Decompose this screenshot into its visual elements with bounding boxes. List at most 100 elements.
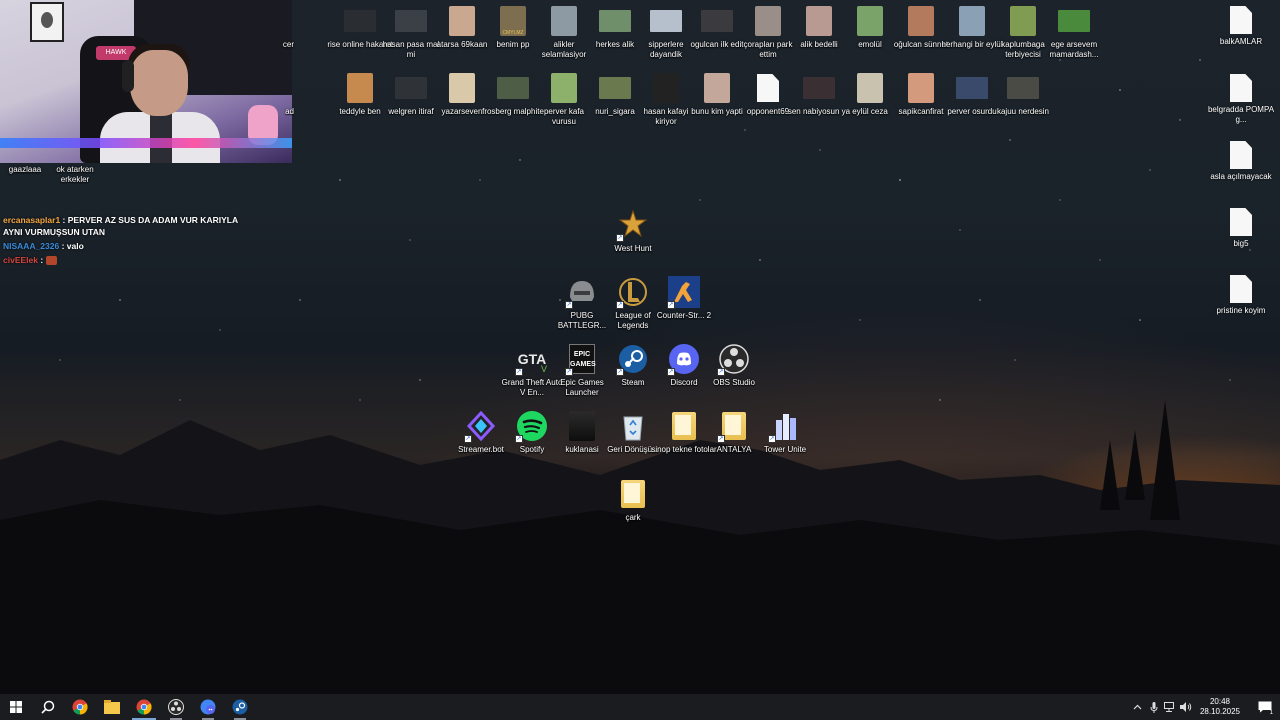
chrome-active-icon — [136, 699, 152, 715]
taskbar-clock[interactable]: 20:48 28.10.2025 — [1200, 697, 1240, 717]
thumbnail-image — [904, 4, 938, 38]
tray-overflow-chevron-icon[interactable] — [1130, 694, 1146, 720]
thumbnail-image — [802, 4, 836, 38]
taskbar-file-explorer[interactable] — [96, 694, 128, 720]
thumbnail-image — [802, 71, 836, 105]
taskbar-chrome-active[interactable] — [128, 694, 160, 720]
thumbnail-preview — [701, 10, 733, 32]
desktop-icon-tower-unite[interactable]: ↗ Tower Unite — [756, 409, 814, 455]
thumbnail-image — [649, 71, 683, 105]
desktop-icon-thumbnail[interactable]: cer — [262, 4, 302, 50]
desktop-file-asla-acilmayacak[interactable]: asla açılmayacak — [1206, 141, 1276, 182]
stream-chat: ercanasaplar1 : PERVER AZ SUS DA ADAM VU… — [3, 214, 243, 268]
thumbnail-preview — [908, 73, 934, 103]
chat-emote — [45, 256, 57, 266]
desktop-file-pristine-koyim[interactable]: pristine koyim — [1206, 275, 1276, 316]
desktop-icon-thumbnail[interactable]: sipperlere dayandik — [637, 4, 695, 60]
thumbnail-preview — [857, 6, 883, 36]
taskbar-steam[interactable] — [224, 694, 256, 720]
thumbnail-image — [955, 71, 989, 105]
thumbnail-image — [343, 4, 377, 38]
chat-username: NISAAA_2326 — [3, 241, 60, 251]
desktop-icon-thumbnail[interactable]: hasan kafayi kiriyor — [637, 71, 695, 127]
thumbnail-image — [751, 4, 785, 38]
tower-unite-icon: ↗ — [768, 409, 802, 443]
desktop-icon-thumbnail[interactable]: kajuu nerdesin — [994, 71, 1052, 117]
desktop-icon-epic-games[interactable]: EPIC GAMES ↗ Epic Games Launcher — [553, 342, 611, 398]
thumbnail-preview — [959, 6, 985, 36]
folder-shape — [672, 412, 696, 440]
shortcut-arrow-icon: ↗ — [667, 368, 675, 376]
thumbnail-preview — [653, 73, 679, 103]
thumbnail-image — [598, 4, 632, 38]
thumbnail-image — [445, 71, 479, 105]
file-explorer-icon — [104, 700, 120, 714]
shortcut-arrow-icon: ↗ — [768, 435, 776, 443]
thumbnail-preview — [344, 10, 376, 32]
desktop-file-balkamlar[interactable]: balkAMLAR — [1206, 6, 1276, 47]
desktop-icon-label: ad — [285, 107, 294, 116]
chat-text: valo — [66, 241, 84, 251]
shortcut-arrow-icon: ↗ — [616, 234, 624, 242]
desktop-icon-thumbnail[interactable]: perver kafa vurusu — [535, 71, 593, 127]
desktop-icon-label: West Hunt — [614, 244, 652, 253]
desktop-icon-ok-atarken-erkekler[interactable]: ok atarken erkekler — [46, 163, 104, 185]
shortcut-arrow-icon: ↗ — [515, 368, 523, 376]
search-button[interactable] — [32, 694, 64, 720]
counter-strike-icon: ↗ — [667, 275, 701, 309]
svg-text:V: V — [541, 364, 547, 374]
thumbnail-preview — [599, 77, 631, 99]
desktop-icon-cark[interactable]: çark — [604, 477, 662, 523]
desktop-icon-league-of-legends[interactable]: ↗ League of Legends — [604, 275, 662, 331]
discord-icon: ↗ — [667, 342, 701, 376]
thumbnail-image — [598, 71, 632, 105]
desktop-icon-label: ok atarken erkekler — [56, 165, 94, 184]
thumbnail-preview — [551, 6, 577, 36]
desktop-file-big5[interactable]: big5 — [1206, 208, 1276, 249]
league-of-legends-icon: ↗ — [616, 275, 650, 309]
taskbar-chrome-discord[interactable] — [192, 694, 224, 720]
clock-date: 28.10.2025 — [1199, 707, 1240, 716]
thumbnail-image — [1057, 4, 1091, 38]
thumbnail-preview — [704, 73, 730, 103]
chat-separator: : — [60, 215, 68, 225]
start-button[interactable] — [0, 694, 32, 720]
desktop-icon-counter-strike-2[interactable]: ↗ Counter-Str... 2 — [655, 275, 713, 321]
document-icon — [1230, 208, 1252, 236]
desktop-icon-label: çark — [625, 513, 641, 522]
thumbnail-image — [751, 71, 785, 105]
desktop-icon-thumbnail[interactable]: ad — [262, 71, 302, 117]
steam-icon — [232, 699, 248, 715]
thumbnail-preview — [956, 77, 988, 99]
gta-v-icon: GTA V ↗ — [515, 342, 549, 376]
windows-icon — [10, 701, 22, 713]
taskbar-obs[interactable] — [160, 694, 192, 720]
shortcut-arrow-icon: ↗ — [565, 368, 573, 376]
taskbar-chrome[interactable] — [64, 694, 96, 720]
desktop-icon-thumbnail[interactable]: hasan pasa mal mi — [382, 4, 440, 60]
desktop-icon-west-hunt[interactable]: ↗ West Hunt — [604, 208, 662, 254]
thumbnail-image — [700, 4, 734, 38]
desktop-icon-label: cer — [282, 40, 294, 49]
thumbnail-image: CMYLMZ — [496, 4, 530, 38]
microphone-icon[interactable] — [1146, 694, 1162, 720]
desktop-file-belgradda-pompa[interactable]: belgradda POMPA g... — [1206, 74, 1276, 125]
desktop-icon-label: balkAMLAR — [1219, 37, 1263, 46]
volume-icon[interactable] — [1178, 694, 1194, 720]
desktop-icon-thumbnail[interactable]: ege arsevem mamardash... — [1045, 4, 1103, 60]
network-icon[interactable] — [1162, 694, 1178, 720]
chrome-icon — [72, 699, 88, 715]
thumbnail-preview — [347, 73, 373, 103]
headphone — [122, 60, 134, 92]
thumbnail-image — [394, 71, 428, 105]
desktop-icon-thumbnail[interactable]: alikler selamlasiyor — [535, 4, 593, 60]
thumbnail-preview — [908, 6, 934, 36]
notification-center-button[interactable]: 1 — [1250, 694, 1280, 720]
recycle-bin-icon — [616, 409, 650, 443]
chat-username: civEElek — [3, 255, 38, 265]
desktop-icon-obs-studio[interactable]: ↗ OBS Studio — [705, 342, 763, 388]
thumbnail-image — [649, 4, 683, 38]
chrome-discord-icon — [200, 699, 216, 715]
streamer-bot-icon: ↗ — [464, 409, 498, 443]
desktop-icon-thumbnail[interactable]: çorapları park ettim — [739, 4, 797, 60]
